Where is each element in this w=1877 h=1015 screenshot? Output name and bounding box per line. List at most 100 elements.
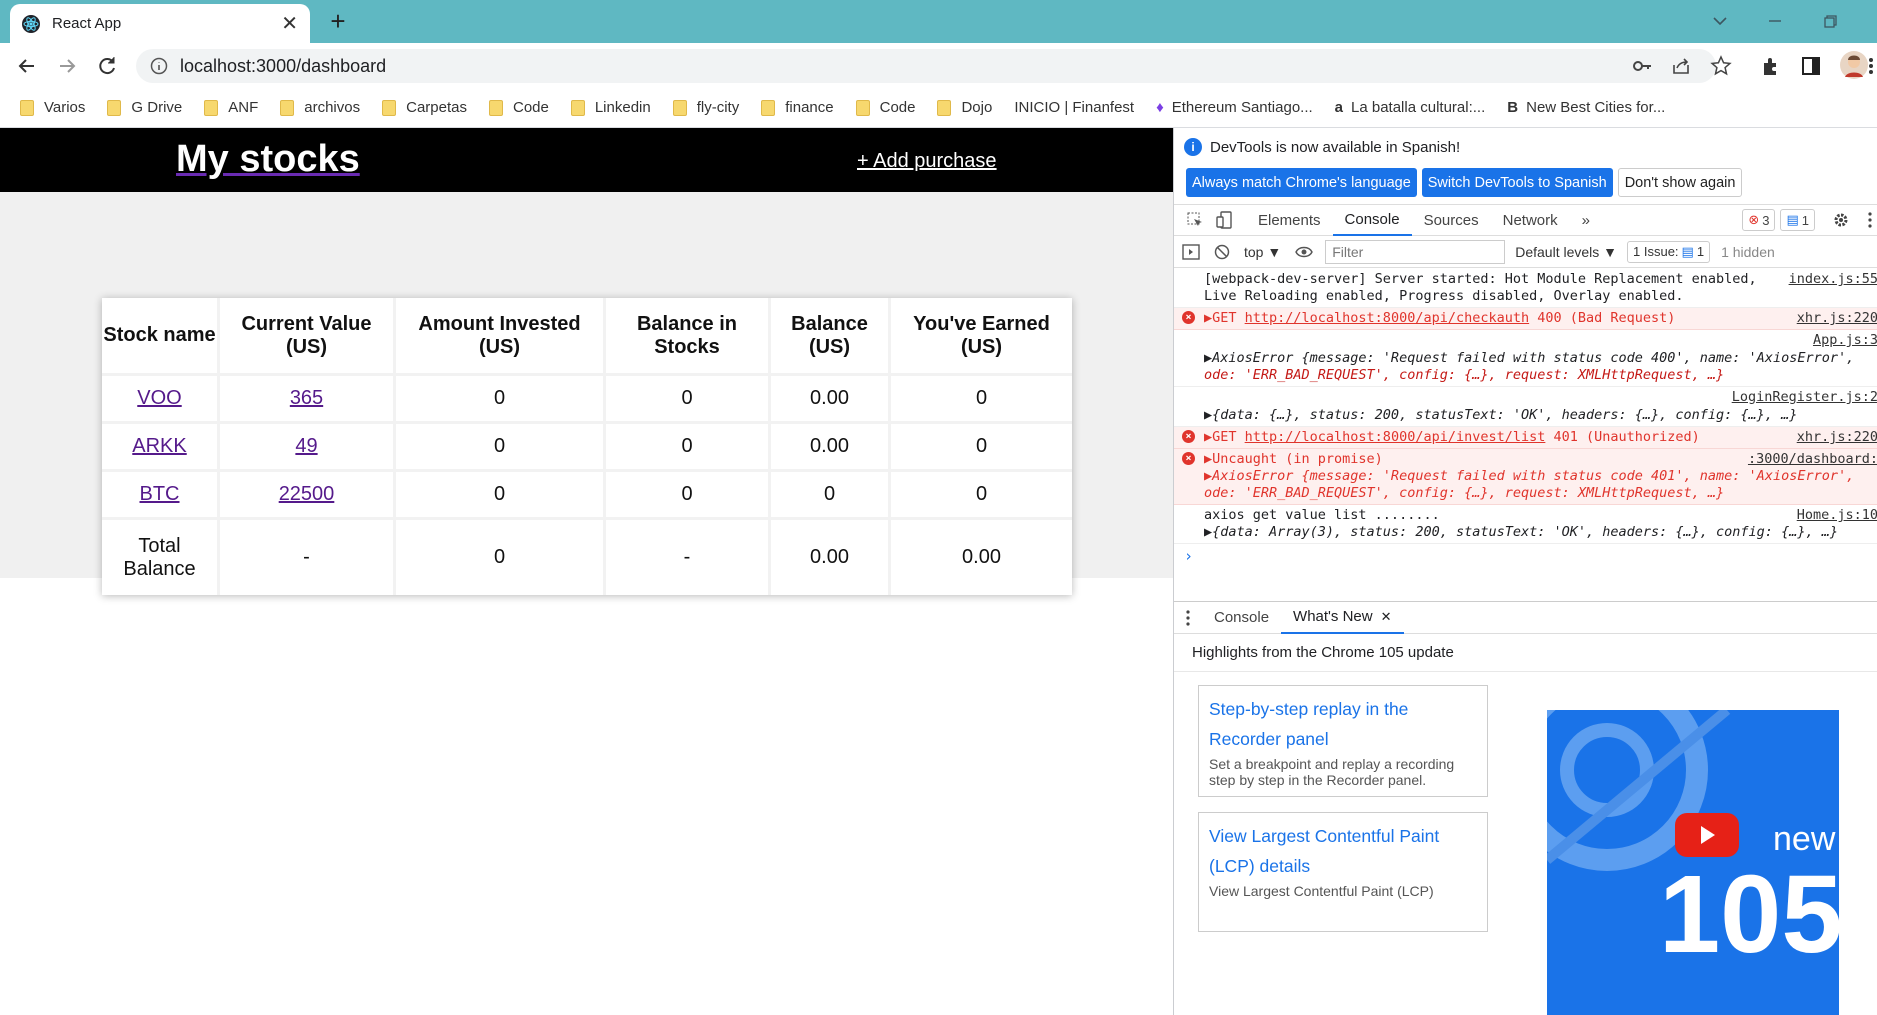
- sidebar-toggle-icon[interactable]: [1174, 236, 1208, 268]
- source-link[interactable]: :3000/dashboard:: [1743, 451, 1877, 468]
- drawer-menu-icon[interactable]: [1174, 602, 1202, 634]
- close-icon[interactable]: ✕: [1381, 609, 1392, 625]
- console-error[interactable]: × ▶GET http://localhost:8000/api/checkau…: [1174, 308, 1877, 330]
- earned-cell: 0: [891, 376, 1072, 424]
- bookmark-item[interactable]: ANF: [204, 99, 258, 116]
- bookmark-star-icon[interactable]: [1710, 55, 1732, 77]
- minimize-icon[interactable]: [1760, 6, 1790, 36]
- bookmark-item[interactable]: Code: [488, 99, 549, 116]
- bookmark-item[interactable]: Dojo: [937, 99, 992, 116]
- bookmark-label: G Drive: [131, 99, 183, 116]
- bookmark-item[interactable]: archivos: [280, 99, 360, 116]
- tab-sources[interactable]: Sources: [1412, 204, 1491, 236]
- folder-icon: [382, 99, 397, 116]
- dont-show-button[interactable]: Don't show again: [1617, 168, 1743, 197]
- tab-close-icon[interactable]: ✕: [281, 14, 298, 34]
- side-panel-icon[interactable]: [1800, 55, 1822, 77]
- current-value-link[interactable]: 22500: [279, 483, 335, 506]
- request-url-link[interactable]: http://localhost:8000/api/checkauth: [1245, 310, 1529, 326]
- avatar[interactable]: [1840, 51, 1868, 79]
- console-error[interactable]: × ▶GET http://localhost:8000/api/invest/…: [1174, 427, 1877, 449]
- drawer-tab-console[interactable]: Console: [1202, 602, 1281, 634]
- settings-gear-icon[interactable]: [1820, 204, 1862, 236]
- console-prompt[interactable]: ›: [1174, 544, 1877, 568]
- reload-icon[interactable]: [94, 53, 120, 79]
- issues-button[interactable]: 1 Issue: ▤ 1: [1627, 240, 1711, 263]
- feature-title[interactable]: Step-by-step replay in the Recorder pane…: [1209, 694, 1477, 754]
- current-value-link[interactable]: 365: [290, 387, 323, 410]
- restore-icon[interactable]: [1815, 6, 1845, 36]
- bookmark-item[interactable]: Linkedin: [570, 99, 651, 116]
- tab-strip: React App ✕ +: [0, 0, 1877, 43]
- error-object: ode: 'ERR_BAD_REQUEST', config: {…}, req…: [1204, 485, 1725, 501]
- devtools-tabs: Elements Console Sources Network » ⊗ 3 ▤ 1: [1174, 204, 1877, 236]
- tab-search-icon[interactable]: [1705, 6, 1735, 36]
- bookmark-item[interactable]: B New Best Cities for...: [1507, 99, 1665, 116]
- tab-elements[interactable]: Elements: [1246, 204, 1333, 236]
- bookmark-item[interactable]: a La batalla cultural:...: [1335, 99, 1486, 116]
- message-count-badge[interactable]: ▤ 1: [1780, 209, 1815, 231]
- source-link[interactable]: App.js:3: [1809, 332, 1877, 349]
- stock-name-link[interactable]: ARKK: [132, 435, 186, 458]
- back-icon[interactable]: [14, 53, 40, 79]
- extensions-icon[interactable]: [1760, 55, 1782, 77]
- request-url-link[interactable]: http://localhost:8000/api/invest/list: [1245, 429, 1546, 445]
- log-levels-select[interactable]: Default levels ▼: [1505, 236, 1627, 268]
- new-tab-button[interactable]: +: [325, 8, 351, 34]
- bookmark-item[interactable]: G Drive: [107, 99, 182, 116]
- add-purchase-link[interactable]: + Add purchase: [857, 150, 997, 173]
- url-text: localhost:3000/dashboard: [180, 55, 387, 76]
- address-bar[interactable]: localhost:3000/dashboard: [136, 49, 1716, 83]
- bookmark-item[interactable]: fly-city: [672, 99, 740, 116]
- share-icon[interactable]: [1670, 55, 1692, 77]
- console-message[interactable]: App.js:3 ▶AxiosError {message: 'Request …: [1174, 330, 1877, 387]
- feature-title[interactable]: View Largest Contentful Paint (LCP) deta…: [1209, 821, 1477, 881]
- current-value-link[interactable]: 49: [295, 435, 317, 458]
- bookmark-item[interactable]: INICIO | Finanfest: [1014, 99, 1134, 116]
- inspect-icon[interactable]: [1174, 204, 1216, 236]
- device-toggle-icon[interactable]: [1216, 204, 1246, 236]
- bookmark-item[interactable]: ♦ Ethereum Santiago...: [1156, 99, 1313, 116]
- source-link[interactable]: xhr.js:220: [1792, 429, 1877, 446]
- bookmark-item[interactable]: Carpetas: [382, 99, 467, 116]
- source-link[interactable]: LoginRegister.js:2: [1728, 389, 1877, 406]
- folder-icon: [280, 99, 295, 116]
- page-title[interactable]: My stocks: [176, 138, 360, 181]
- filter-input[interactable]: Filter: [1325, 239, 1506, 264]
- console-message[interactable]: axios get value list ........ Home.js:10…: [1174, 505, 1877, 544]
- key-icon[interactable]: [1631, 55, 1653, 77]
- bookmark-label: fly-city: [696, 99, 740, 116]
- browser-tab[interactable]: React App ✕: [10, 4, 310, 43]
- balance-stocks-cell: 0: [606, 472, 771, 520]
- source-link[interactable]: xhr.js:220: [1792, 310, 1877, 327]
- feature-card[interactable]: View Largest Contentful Paint (LCP) deta…: [1198, 812, 1488, 932]
- devtools-menu-icon[interactable]: [1862, 204, 1877, 236]
- source-link[interactable]: index.js:55: [1785, 271, 1877, 288]
- drawer-tab-whats-new[interactable]: What's New ✕: [1281, 602, 1404, 634]
- tab-console[interactable]: Console: [1332, 204, 1412, 236]
- clear-console-icon[interactable]: [1208, 236, 1236, 268]
- context-select[interactable]: top ▼: [1236, 236, 1289, 268]
- play-button-icon[interactable]: [1675, 813, 1739, 857]
- more-tabs-icon[interactable]: »: [1570, 204, 1602, 236]
- stock-name-link[interactable]: VOO: [137, 387, 181, 410]
- site-info-icon[interactable]: [150, 57, 168, 75]
- console-error[interactable]: × ▶Uncaught (in promise) :3000/dashboard…: [1174, 449, 1877, 505]
- bookmark-item[interactable]: finance: [761, 99, 834, 116]
- tab-network[interactable]: Network: [1491, 204, 1570, 236]
- menu-icon[interactable]: [1866, 55, 1877, 77]
- bookmark-item[interactable]: Varios: [20, 99, 85, 116]
- issues-label: 1 Issue:: [1633, 244, 1679, 259]
- stock-name-link[interactable]: BTC: [140, 483, 180, 506]
- live-expression-eye-icon[interactable]: [1289, 236, 1319, 268]
- amount-invested-cell: 0: [396, 376, 606, 424]
- console-message[interactable]: LoginRegister.js:2 ▶{data: {…}, status: …: [1174, 387, 1877, 427]
- switch-spanish-button[interactable]: Switch DevTools to Spanish: [1421, 168, 1613, 197]
- source-link[interactable]: Home.js:10: [1793, 507, 1877, 524]
- error-count-badge[interactable]: ⊗ 3: [1742, 209, 1776, 231]
- match-language-button[interactable]: Always match Chrome's language: [1186, 168, 1417, 197]
- feature-card[interactable]: Step-by-step replay in the Recorder pane…: [1198, 685, 1488, 797]
- whats-new-video-thumbnail[interactable]: new 105: [1547, 710, 1839, 1015]
- forward-icon[interactable]: [54, 53, 80, 79]
- bookmark-item[interactable]: Code: [855, 99, 915, 116]
